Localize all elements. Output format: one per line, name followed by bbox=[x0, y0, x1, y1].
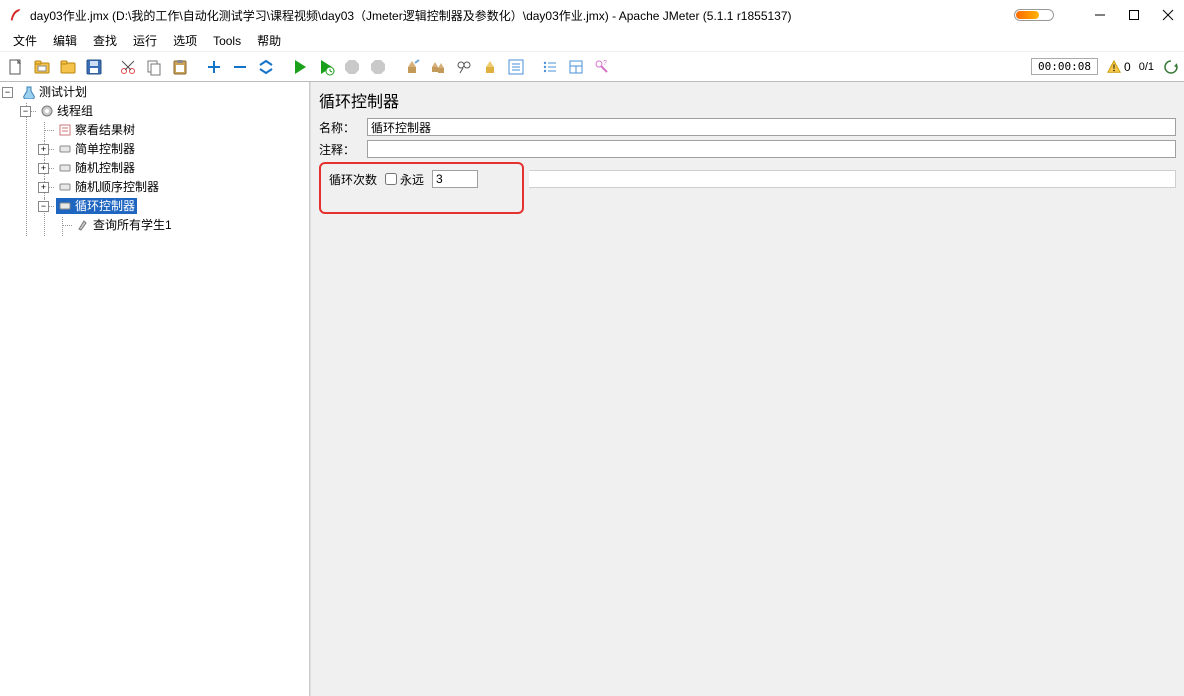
toolbar: ? 00:00:08 0 0/1 bbox=[0, 52, 1184, 82]
function-helper-button[interactable] bbox=[504, 55, 528, 79]
controller-editor-panel: 循环控制器 名称： 注释： 循环次数 永远 bbox=[310, 82, 1184, 696]
tree-node-label: 查询所有学生1 bbox=[93, 217, 172, 233]
menu-tools[interactable]: Tools bbox=[206, 32, 248, 50]
save-button[interactable] bbox=[82, 55, 106, 79]
result-tree-icon bbox=[58, 123, 72, 137]
tree-toggle[interactable]: + bbox=[38, 163, 49, 174]
menu-run[interactable]: 运行 bbox=[126, 30, 164, 51]
minimize-button[interactable] bbox=[1092, 7, 1108, 23]
jmeter-logo-icon bbox=[8, 7, 24, 23]
forever-checkbox-wrap[interactable]: 永远 bbox=[385, 171, 424, 188]
controller-icon bbox=[58, 142, 72, 156]
expand-button[interactable] bbox=[202, 55, 226, 79]
new-file-button[interactable] bbox=[4, 55, 28, 79]
menu-options[interactable]: 选项 bbox=[166, 30, 204, 51]
loop-count-input[interactable] bbox=[432, 170, 478, 188]
name-label: 名称： bbox=[319, 119, 361, 136]
help-button[interactable]: ? bbox=[590, 55, 614, 79]
panel-title: 循环控制器 bbox=[319, 88, 1176, 112]
name-input[interactable] bbox=[367, 118, 1176, 136]
list-view-button[interactable] bbox=[538, 55, 562, 79]
warning-indicator[interactable]: 0 bbox=[1106, 59, 1131, 75]
clear-all-button[interactable] bbox=[426, 55, 450, 79]
sampler-icon bbox=[76, 218, 90, 232]
tree-toggle[interactable]: − bbox=[20, 106, 31, 117]
tree-node-label: 简单控制器 bbox=[75, 141, 135, 157]
gear-icon bbox=[40, 104, 54, 118]
collapse-button[interactable] bbox=[228, 55, 252, 79]
start-button[interactable] bbox=[288, 55, 312, 79]
template-view-button[interactable] bbox=[564, 55, 588, 79]
open-button[interactable] bbox=[56, 55, 80, 79]
controller-icon bbox=[58, 199, 72, 213]
elapsed-time: 00:00:08 bbox=[1031, 58, 1098, 75]
tree-toggle[interactable]: − bbox=[38, 201, 49, 212]
close-button[interactable] bbox=[1160, 7, 1176, 23]
status-refresh-icon[interactable] bbox=[1162, 58, 1180, 76]
thread-count: 0/1 bbox=[1139, 61, 1154, 73]
shutdown-button[interactable] bbox=[366, 55, 390, 79]
templates-button[interactable] bbox=[30, 55, 54, 79]
svg-text:?: ? bbox=[603, 60, 607, 67]
comment-input[interactable] bbox=[367, 140, 1176, 158]
tree-toggle[interactable]: + bbox=[38, 144, 49, 155]
tree-node-label: 循环控制器 bbox=[75, 198, 135, 214]
stop-button[interactable] bbox=[340, 55, 364, 79]
test-plan-tree[interactable]: − 测试计划 − 线程组 bbox=[0, 82, 310, 696]
tree-node-loop-controller[interactable]: 循环控制器 bbox=[56, 198, 137, 214]
tree-node-random-order-controller[interactable]: 随机顺序控制器 bbox=[56, 179, 161, 195]
tree-toggle[interactable]: + bbox=[38, 182, 49, 193]
window-title: day03作业.jmx (D:\我的工作\自动化测试学习\课程视频\day03（… bbox=[30, 7, 1014, 24]
tree-node-random-controller[interactable]: 随机控制器 bbox=[56, 160, 137, 176]
menu-bar: 文件 编辑 查找 运行 选项 Tools 帮助 bbox=[0, 30, 1184, 52]
tree-node-label: 随机顺序控制器 bbox=[75, 179, 159, 195]
reset-search-button[interactable] bbox=[478, 55, 502, 79]
copy-button[interactable] bbox=[142, 55, 166, 79]
loop-count-field-extension bbox=[529, 170, 1176, 188]
battery-icon bbox=[1014, 9, 1054, 21]
start-no-pause-button[interactable] bbox=[314, 55, 338, 79]
tree-node-http-sampler[interactable]: 查询所有学生1 bbox=[74, 217, 174, 233]
menu-search[interactable]: 查找 bbox=[86, 30, 124, 51]
tree-node-label: 测试计划 bbox=[39, 84, 87, 100]
tree-node-label: 察看结果树 bbox=[75, 122, 135, 138]
tree-node-label: 线程组 bbox=[57, 103, 93, 119]
menu-help[interactable]: 帮助 bbox=[250, 30, 288, 51]
tree-toggle[interactable]: − bbox=[2, 87, 13, 98]
tree-node-result-tree[interactable]: 察看结果树 bbox=[56, 122, 137, 138]
comment-label: 注释： bbox=[319, 141, 361, 158]
tree-node-simple-controller[interactable]: 简单控制器 bbox=[56, 141, 137, 157]
controller-icon bbox=[58, 180, 72, 194]
cut-button[interactable] bbox=[116, 55, 140, 79]
warning-icon bbox=[1106, 59, 1122, 75]
paste-button[interactable] bbox=[168, 55, 192, 79]
toggle-button[interactable] bbox=[254, 55, 278, 79]
maximize-button[interactable] bbox=[1126, 7, 1142, 23]
menu-edit[interactable]: 编辑 bbox=[46, 30, 84, 51]
loop-highlight-box: 循环次数 永远 bbox=[319, 162, 524, 214]
loop-count-label: 循环次数 bbox=[329, 171, 377, 188]
clear-button[interactable] bbox=[400, 55, 424, 79]
tree-node-label: 随机控制器 bbox=[75, 160, 135, 176]
controller-icon bbox=[58, 161, 72, 175]
menu-file[interactable]: 文件 bbox=[6, 30, 44, 51]
forever-checkbox[interactable] bbox=[385, 173, 397, 185]
tree-node-thread-group[interactable]: 线程组 bbox=[38, 103, 95, 119]
window-titlebar: day03作业.jmx (D:\我的工作\自动化测试学习\课程视频\day03（… bbox=[0, 0, 1184, 30]
beaker-icon bbox=[22, 85, 36, 99]
warning-count: 0 bbox=[1124, 60, 1131, 74]
forever-label: 永远 bbox=[400, 171, 424, 188]
find-button[interactable] bbox=[452, 55, 476, 79]
tree-node-test-plan[interactable]: 测试计划 bbox=[20, 84, 89, 100]
